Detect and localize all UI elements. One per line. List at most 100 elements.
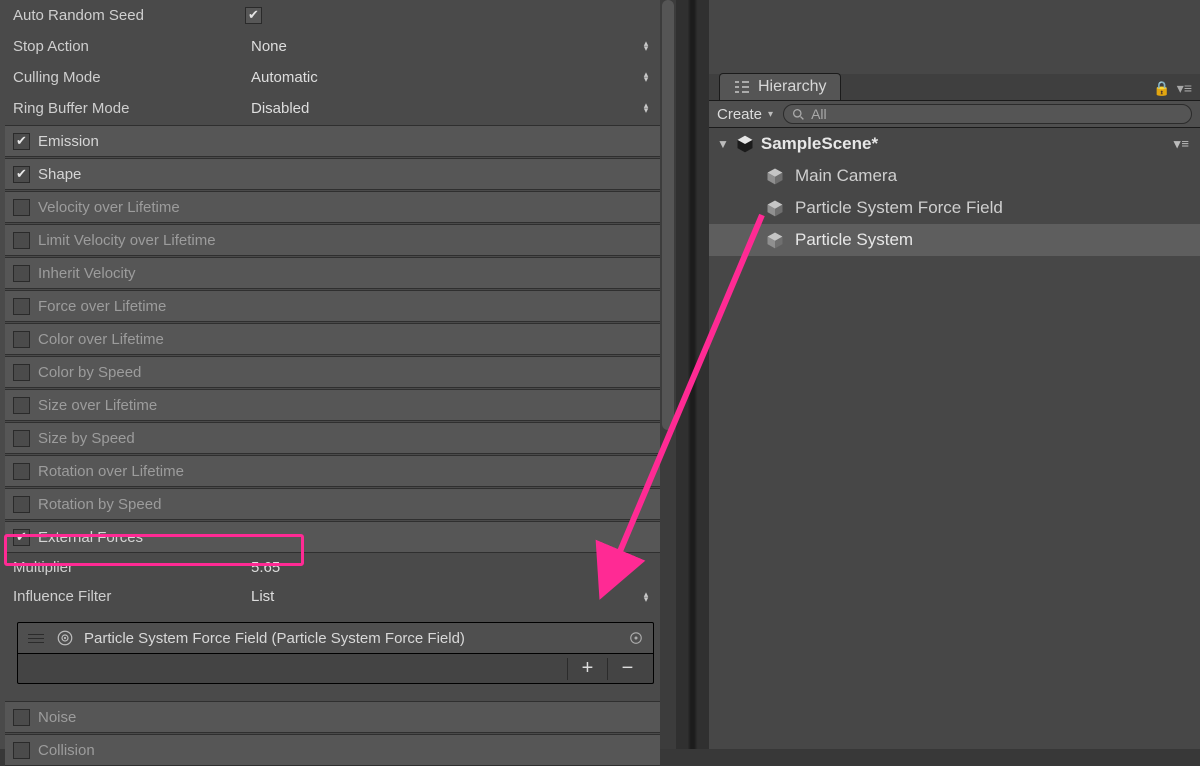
prop-label: Multiplier	[13, 559, 245, 576]
prop-value[interactable]: 5.65	[245, 559, 654, 576]
hierarchy-icon	[734, 80, 750, 94]
module-limit-velocity-over-lifetime[interactable]: Limit Velocity over Lifetime	[5, 224, 660, 256]
dropdown[interactable]: Automatic	[245, 69, 654, 86]
prop-label: Influence Filter	[13, 588, 245, 605]
module-rotation-over-lifetime[interactable]: Rotation over Lifetime	[5, 455, 660, 487]
prop-label: Auto Random Seed	[13, 7, 245, 24]
prop-label: Stop Action	[13, 38, 245, 55]
module-label: External Forces	[38, 529, 143, 546]
module-shape[interactable]: ✔ Shape	[5, 158, 660, 190]
dropdown-value: Automatic	[251, 69, 318, 86]
module-force-over-lifetime[interactable]: Force over Lifetime	[5, 290, 660, 322]
tab-bar: Hierarchy 🔒 ▾≡	[709, 74, 1200, 101]
module-label: Size over Lifetime	[38, 397, 157, 414]
prop-auto-random-seed[interactable]: Auto Random Seed ✔	[5, 0, 660, 31]
scrollbar[interactable]	[660, 0, 676, 749]
dropdown-value: None	[251, 38, 287, 55]
scrollbar-thumb[interactable]	[662, 0, 674, 430]
prop-influence-filter[interactable]: Influence Filter List	[5, 582, 660, 612]
add-button[interactable]: +	[567, 658, 607, 680]
module-label: Emission	[38, 133, 99, 150]
module-collision[interactable]: Collision	[5, 734, 660, 766]
module-label: Rotation by Speed	[38, 496, 161, 513]
module-color-over-lifetime[interactable]: Color over Lifetime	[5, 323, 660, 355]
prop-multiplier[interactable]: Multiplier 5.65	[5, 553, 660, 582]
scene-header[interactable]: ▼ SampleScene* ▾≡	[709, 128, 1200, 160]
hierarchy-item[interactable]: Particle System Force Field	[709, 192, 1200, 224]
hierarchy-toolbar: Create All	[709, 101, 1200, 128]
updown-icon	[638, 69, 654, 85]
influence-list: Particle System Force Field (Particle Sy…	[5, 622, 660, 684]
lock-icon[interactable]: 🔒	[1153, 80, 1170, 97]
object-picker-icon[interactable]	[627, 629, 645, 647]
drag-handle-icon[interactable]	[26, 634, 46, 643]
prop-culling-mode[interactable]: Culling Mode Automatic	[5, 62, 660, 93]
hierarchy-item-label: Particle System Force Field	[795, 198, 1003, 218]
module-size-over-lifetime[interactable]: Size over Lifetime	[5, 389, 660, 421]
module-label: Inherit Velocity	[38, 265, 136, 282]
module-checkbox[interactable]	[13, 397, 30, 414]
module-label: Force over Lifetime	[38, 298, 166, 315]
module-color-by-speed[interactable]: Color by Speed	[5, 356, 660, 388]
updown-icon	[638, 38, 654, 54]
module-checkbox[interactable]	[13, 199, 30, 216]
updown-icon	[638, 589, 654, 605]
module-external-forces[interactable]: ✔ External Forces	[5, 521, 660, 553]
dropdown[interactable]: Disabled	[245, 100, 654, 117]
module-checkbox[interactable]	[13, 496, 30, 513]
module-checkbox[interactable]	[13, 463, 30, 480]
panel-menu-icon[interactable]: ▾≡	[1177, 80, 1192, 97]
module-checkbox[interactable]	[13, 430, 30, 447]
remove-button[interactable]: −	[607, 658, 647, 680]
module-checkbox[interactable]	[13, 298, 30, 315]
gameobject-icon	[765, 166, 785, 186]
gameobject-icon	[765, 230, 785, 250]
scene-menu-icon[interactable]: ▾≡	[1174, 136, 1190, 152]
module-emission[interactable]: ✔ Emission	[5, 125, 660, 157]
dropdown-value: List	[251, 588, 274, 605]
module-label: Velocity over Lifetime	[38, 199, 180, 216]
dropdown-value: Disabled	[251, 100, 309, 117]
module-label: Limit Velocity over Lifetime	[38, 232, 216, 249]
list-item-label: Particle System Force Field (Particle Sy…	[84, 630, 465, 647]
module-checkbox[interactable]	[13, 265, 30, 282]
hierarchy-item[interactable]: Main Camera	[709, 160, 1200, 192]
updown-icon	[638, 100, 654, 116]
hierarchy-item-label: Main Camera	[795, 166, 897, 186]
module-label: Rotation over Lifetime	[38, 463, 184, 480]
module-checkbox[interactable]	[13, 709, 30, 726]
module-label: Color by Speed	[38, 364, 141, 381]
dropdown[interactable]: List	[245, 588, 654, 605]
dropdown[interactable]: None	[245, 38, 654, 55]
prop-ring-buffer-mode[interactable]: Ring Buffer Mode Disabled	[5, 93, 660, 124]
module-velocity-over-lifetime[interactable]: Velocity over Lifetime	[5, 191, 660, 223]
module-rotation-by-speed[interactable]: Rotation by Speed	[5, 488, 660, 520]
module-checkbox[interactable]: ✔	[13, 529, 30, 546]
module-checkbox[interactable]	[13, 232, 30, 249]
foldout-icon[interactable]: ▼	[717, 137, 729, 151]
tab-hierarchy[interactable]: Hierarchy	[719, 73, 841, 100]
hierarchy-item[interactable]: Particle System	[709, 224, 1200, 256]
panel-splitter[interactable]	[676, 0, 709, 749]
gameobject-icon	[765, 198, 785, 218]
search-placeholder: All	[811, 106, 827, 122]
module-checkbox[interactable]	[13, 331, 30, 348]
prop-label: Ring Buffer Mode	[13, 100, 245, 117]
module-inherit-velocity[interactable]: Inherit Velocity	[5, 257, 660, 289]
prop-stop-action[interactable]: Stop Action None	[5, 31, 660, 62]
unity-logo-icon	[735, 134, 755, 154]
module-noise[interactable]: Noise	[5, 701, 660, 733]
influence-list-buttons: + −	[17, 654, 654, 684]
checkbox[interactable]: ✔	[245, 7, 262, 24]
module-checkbox[interactable]: ✔	[13, 133, 30, 150]
prop-label: Culling Mode	[13, 69, 245, 86]
hierarchy-panel: Hierarchy 🔒 ▾≡ Create All ▼ SampleScene*…	[709, 0, 1200, 749]
module-label: Color over Lifetime	[38, 331, 164, 348]
module-checkbox[interactable]	[13, 364, 30, 381]
influence-list-item[interactable]: Particle System Force Field (Particle Sy…	[17, 622, 654, 654]
module-checkbox[interactable]: ✔	[13, 166, 30, 183]
module-size-by-speed[interactable]: Size by Speed	[5, 422, 660, 454]
create-menu[interactable]: Create	[717, 106, 773, 123]
search-input[interactable]: All	[783, 104, 1192, 124]
module-checkbox[interactable]	[13, 742, 30, 759]
